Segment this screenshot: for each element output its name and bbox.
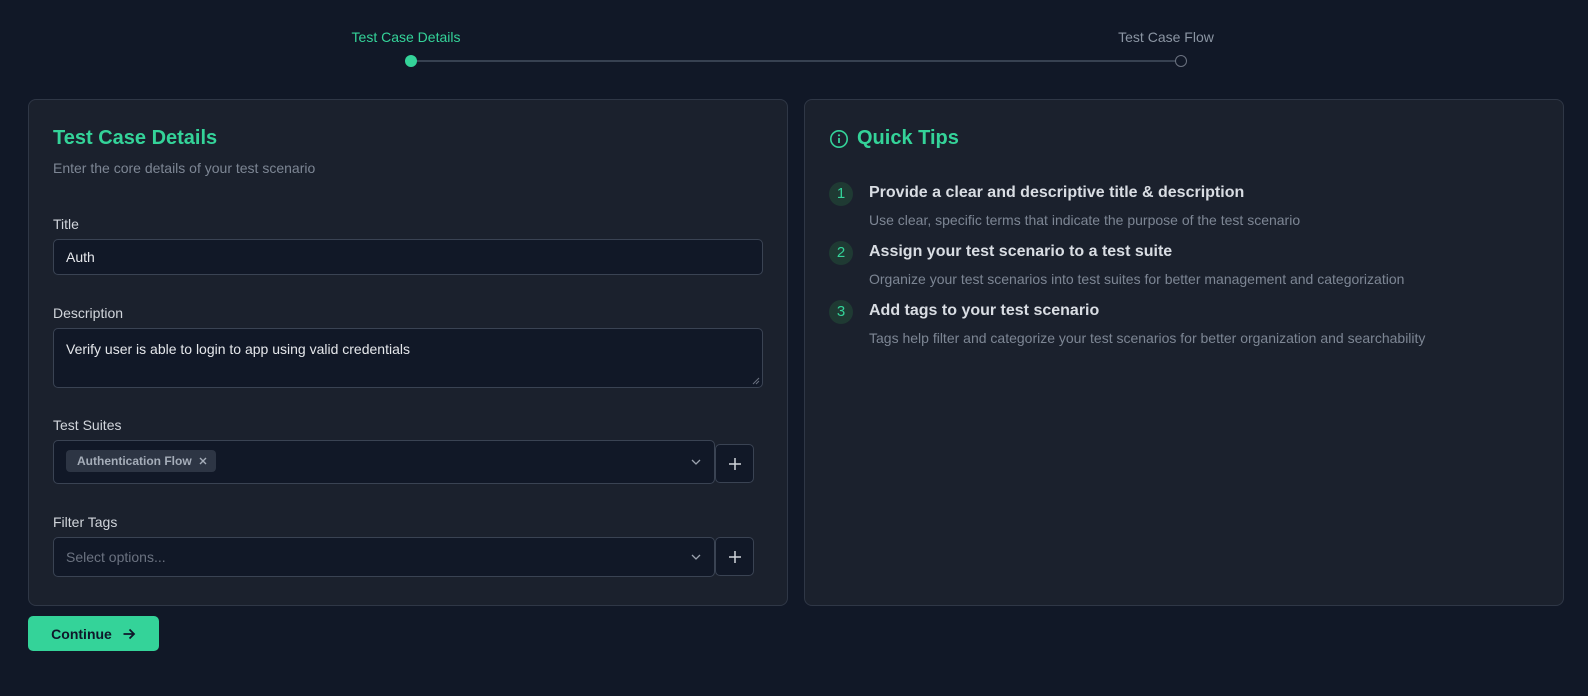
test-suites-label: Test Suites (53, 417, 122, 433)
tip-description: Tags help filter and categorize your tes… (869, 330, 1426, 346)
continue-label: Continue (51, 625, 112, 642)
description-label: Description (53, 305, 124, 321)
step-dot-details (405, 55, 417, 67)
arrow-right-icon (123, 628, 136, 639)
plus-icon (728, 457, 741, 470)
plus-icon (728, 550, 741, 563)
filter-tags-placeholder: Select options... (66, 549, 166, 565)
quick-tips-title: Quick Tips (857, 127, 959, 149)
add-test-suite-button[interactable] (715, 444, 754, 483)
tip-number: 1 (829, 182, 853, 206)
quick-tips-card: Quick Tips 1 Provide a clear and descrip… (804, 99, 1564, 606)
suite-chip: Authentication Flow (66, 450, 216, 472)
tip-description: Organize your test scenarios into test s… (869, 271, 1405, 287)
info-icon (830, 129, 848, 148)
tip-title: Provide a clear and descriptive title & … (869, 184, 1245, 201)
step-label-details[interactable]: Test Case Details (352, 29, 461, 45)
tip-description: Use clear, specific terms that indicate … (869, 212, 1301, 228)
test-case-details-card: Test Case Details Enter the core details… (28, 99, 788, 606)
suite-chip-label: Authentication Flow (77, 454, 192, 468)
filter-tags-select[interactable]: Select options... (53, 537, 715, 577)
test-suites-select[interactable]: Authentication Flow (53, 440, 715, 484)
step-dot-flow (1175, 55, 1187, 67)
tip-title: Assign your test scenario to a test suit… (869, 243, 1173, 260)
description-textarea[interactable]: Verify user is able to login to app usin… (53, 328, 763, 388)
title-label: Title (53, 216, 79, 232)
stepper-line (411, 60, 1179, 62)
continue-button[interactable]: Continue (28, 616, 159, 651)
resize-handle-icon[interactable] (752, 377, 760, 385)
progress-stepper: Test Case Details Test Case Flow (0, 0, 1588, 80)
title-input[interactable]: Auth (53, 239, 763, 275)
description-value: Verify user is able to login to app usin… (66, 341, 410, 357)
details-card-title: Test Case Details (53, 127, 218, 149)
chevron-down-icon[interactable] (690, 456, 702, 468)
tip-title: Add tags to your test scenario (869, 302, 1100, 319)
tip-number: 2 (829, 241, 853, 265)
filter-tags-label: Filter Tags (53, 514, 118, 530)
details-card-subtitle: Enter the core details of your test scen… (53, 160, 316, 176)
chevron-down-icon[interactable] (690, 551, 702, 563)
quick-tips-header: Quick Tips (829, 127, 959, 150)
add-filter-tag-button[interactable] (715, 537, 754, 576)
step-label-flow[interactable]: Test Case Flow (1118, 29, 1214, 45)
tip-number: 3 (829, 300, 853, 324)
remove-chip-icon[interactable] (198, 456, 208, 466)
